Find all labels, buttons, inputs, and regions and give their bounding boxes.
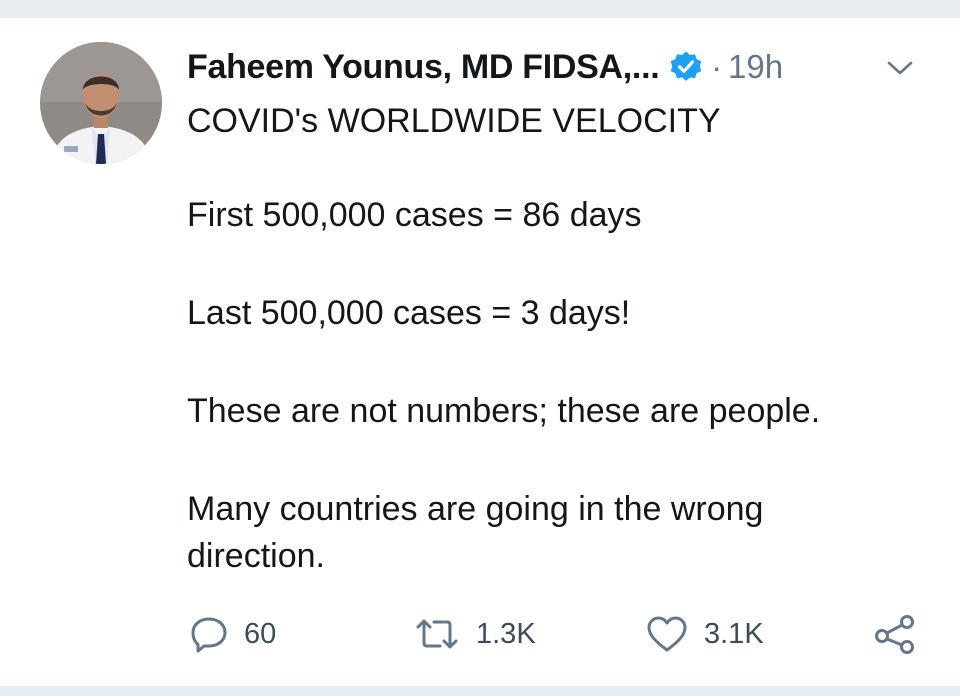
like-button[interactable]: 3.1K [646,608,764,660]
avatar-image [40,42,162,164]
bottom-divider [0,686,960,696]
tweet-timestamp[interactable]: 19h [728,48,783,86]
tweet-line: Many countries are going in the wrong di… [187,490,764,575]
verified-badge-icon [669,50,703,84]
share-icon [874,614,916,654]
author-avatar[interactable] [40,42,162,164]
tweet-header: Faheem Younus, MD FIDSA,... · 19h [187,44,783,90]
top-divider [0,0,960,18]
author-name[interactable]: Faheem Younus, MD FIDSA,... [187,48,660,87]
tweet-line: First 500,000 cases = 86 days [187,196,642,234]
tweet-body: COVID's WORLDWIDE VELOCITY First 500,000… [187,98,907,580]
heart-icon [646,615,688,653]
like-count: 3.1K [704,617,764,650]
chevron-down-icon[interactable] [884,56,916,80]
share-button[interactable] [874,608,916,660]
reply-count: 60 [244,617,277,650]
retweet-button[interactable]: 1.3K [414,608,536,660]
separator-dot: · [711,48,723,85]
reply-button[interactable]: 60 [190,608,276,660]
tweet-line: Last 500,000 cases = 3 days! [187,294,631,332]
tweet-action-bar: 60 1.3K 3.1K [0,608,960,660]
retweet-count: 1.3K [476,617,536,650]
retweet-icon [414,615,460,653]
tweet-line: These are not numbers; these are people. [187,392,821,430]
tweet-headline: COVID's WORLDWIDE VELOCITY [187,102,721,140]
reply-icon [190,615,228,653]
